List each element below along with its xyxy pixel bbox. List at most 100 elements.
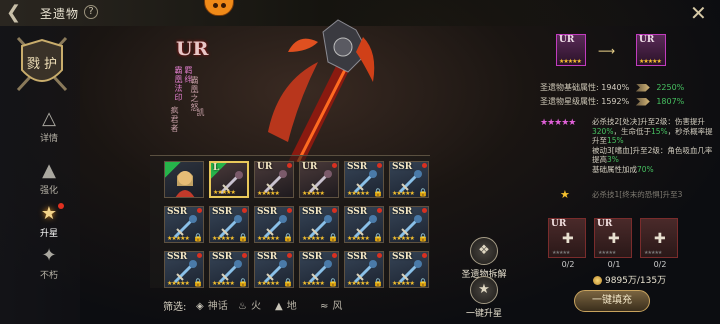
desc2-b: 3% [607, 155, 619, 164]
star-attr-row: 圣遗物星级属性: 1592% 1807% [540, 96, 684, 107]
notification-dot [332, 253, 337, 258]
lock-icon: 🔒 [238, 278, 248, 287]
filter-wind[interactable]: ≈ 风 [320, 297, 342, 312]
relic-grid-cell[interactable] [164, 161, 204, 198]
notification-dot [332, 208, 337, 213]
nav-item-enhance[interactable]: ▲ 强化 [24, 160, 74, 200]
notification-dot [197, 253, 202, 258]
relic-grid-cell[interactable]: SSR ★★★★★ 🔒 [389, 161, 429, 198]
relic-grid-cell[interactable]: SSR ★★★★★ 🔒 [164, 206, 204, 243]
relic-grid-cell[interactable]: SSR ★★★★★ 🔒 [209, 206, 249, 243]
notification-dot [332, 163, 337, 168]
notification-dot [287, 253, 292, 258]
skill-star-level: ★★★★★ [540, 118, 576, 128]
quick-star-up-button[interactable]: ★ 一键升星 [452, 276, 516, 319]
relic-grid-cell[interactable]: L ★★★★★ [209, 161, 249, 198]
notification-dot [58, 203, 64, 209]
filter-fire-label: 火 [250, 301, 261, 312]
star-attr-label: 圣遗物星级属性: [540, 97, 599, 106]
desc3-a: 基础属性加成 [592, 164, 637, 174]
filter-earth[interactable]: ▲ 地 [275, 297, 297, 312]
fire-icon: ♨ [238, 301, 247, 312]
filter-myth-label: 神话 [207, 301, 228, 312]
lock-icon: 🔒 [418, 278, 428, 287]
desc1-a: 必杀技2[处决]升至2级：伤害提升 [592, 117, 705, 126]
relic-grid-cell[interactable]: SSR ★★★★★ 🔒 [299, 251, 339, 288]
relic-rank: SSR [302, 252, 323, 262]
relic-grid-cell[interactable]: SSR ★★★★★ 🔒 [164, 251, 204, 288]
cost-text: 9895万/135万 [605, 276, 667, 286]
relic-name-col5: 疯君者 [170, 106, 179, 133]
notification-dot [422, 163, 427, 168]
relic-rank: SSR [347, 252, 368, 262]
filter-earth-label: 地 [286, 301, 297, 312]
relic-stars: ★★★★★ [257, 280, 280, 287]
relic-rank: SSR [347, 162, 368, 172]
filter-myth[interactable]: ◈ 神话 [196, 297, 228, 312]
relic-crest-icon: 戮 护 [12, 32, 72, 96]
filter-wind-label: 风 [332, 301, 343, 312]
quick-star-up-icon: ★ [470, 276, 498, 304]
relic-grid-cell[interactable]: UR ★★★★★ [254, 161, 294, 198]
relic-stars: ★★★★★ [212, 235, 235, 242]
relic-grid-cell[interactable]: SSR ★★★★★ 🔒 [254, 251, 294, 288]
auto-fill-button[interactable]: 一键填充 [574, 290, 650, 312]
relic-rank: SSR [212, 207, 233, 217]
notification-dot [197, 208, 202, 213]
immortal-icon: ✦ [41, 245, 57, 266]
lock-icon: 🔒 [373, 233, 383, 242]
next-tier-description: 必杀技1[终末的恐惧]升至3 [592, 190, 683, 199]
desc1-f: 15% [607, 136, 624, 145]
nav-item-star-up[interactable]: ★ 升星 [24, 203, 74, 243]
material-slot[interactable]: UR ✚ ★★★★★ 0/2 [548, 218, 586, 269]
base-attr-label: 圣遗物基础属性: [540, 83, 599, 92]
relic-grid-cell[interactable]: UR ★★★★★ [299, 161, 339, 198]
dismantle-icon: ❖ [470, 237, 498, 265]
relic-stars: ★★★★★ [347, 235, 370, 242]
relic-grid-cell[interactable]: SSR ★★★★★ 🔒 [389, 206, 429, 243]
relic-stars: ★★★★★ [167, 235, 190, 242]
nav-item-detail[interactable]: △ 详情 [24, 108, 74, 148]
myth-icon: ◈ [196, 301, 204, 312]
material-slot[interactable]: ✚ ★★★★★ 0/2 [640, 218, 678, 269]
nav-item-immortal[interactable]: ✦ 不朽 [24, 245, 74, 285]
relic-stars: ★★★★★ [392, 235, 415, 242]
material-slot[interactable]: UR ✚ ★★★★★ 0/1 [594, 218, 632, 269]
plus-icon: ✚ [654, 231, 666, 247]
star-attr-from: 1592% [601, 97, 630, 106]
relic-grid-cell[interactable]: SSR ★★★★★ 🔒 [299, 206, 339, 243]
notification-dot [377, 208, 382, 213]
back-arrow-icon[interactable]: ❮ [6, 4, 28, 22]
star-attr-to: 1807% [656, 97, 685, 106]
close-x-icon[interactable]: ✕ [690, 3, 707, 23]
notification-dot [287, 208, 292, 213]
material-rank: UR [597, 219, 613, 229]
relic-rank: UR [257, 162, 273, 172]
currency-cost: 9895万/135万 [593, 273, 666, 286]
wind-icon: ≈ [320, 301, 329, 312]
relic-name-vertical: 霸凰法印 羁绊 霸凰之怒 凯 疯君者 [170, 66, 208, 136]
dismantle-button[interactable]: ❖ 圣遗物拆解 [452, 237, 516, 280]
desc1-d: 15% [650, 126, 668, 136]
earth-icon: ▲ [275, 301, 283, 312]
plus-icon: ✚ [562, 231, 574, 247]
lock-icon: 🔒 [418, 188, 428, 197]
relic-grid-cell[interactable]: SSR ★★★★★ 🔒 [344, 206, 384, 243]
lock-icon: 🔒 [373, 278, 383, 287]
coin-icon [593, 276, 602, 285]
page-title: 圣遗物 [40, 7, 80, 21]
question-mark-icon[interactable]: ? [84, 5, 98, 19]
filter-fire[interactable]: ♨ 火 [238, 297, 261, 312]
relic-grid-cell[interactable]: SSR ★★★★★ 🔒 [344, 251, 384, 288]
relic-rank: SSR [392, 162, 413, 172]
current-relic-card: UR ★★★★★ [556, 34, 586, 66]
relic-grid-cell[interactable]: SSR ★★★★★ 🔒 [254, 206, 294, 243]
relic-stars: ★★★★★ [347, 190, 370, 197]
next-relic-rank: UR [639, 35, 655, 45]
relic-grid-cell[interactable]: SSR ★★★★★ 🔒 [344, 161, 384, 198]
base-attr-from: 1940% [601, 83, 630, 92]
relic-artwork [228, 12, 388, 163]
relic-grid-cell[interactable]: SSR ★★★★★ 🔒 [209, 251, 249, 288]
relic-grid-cell[interactable]: SSR ★★★★★ 🔒 [389, 251, 429, 288]
upgrade-arrow-icon: ⟶ [598, 44, 616, 58]
